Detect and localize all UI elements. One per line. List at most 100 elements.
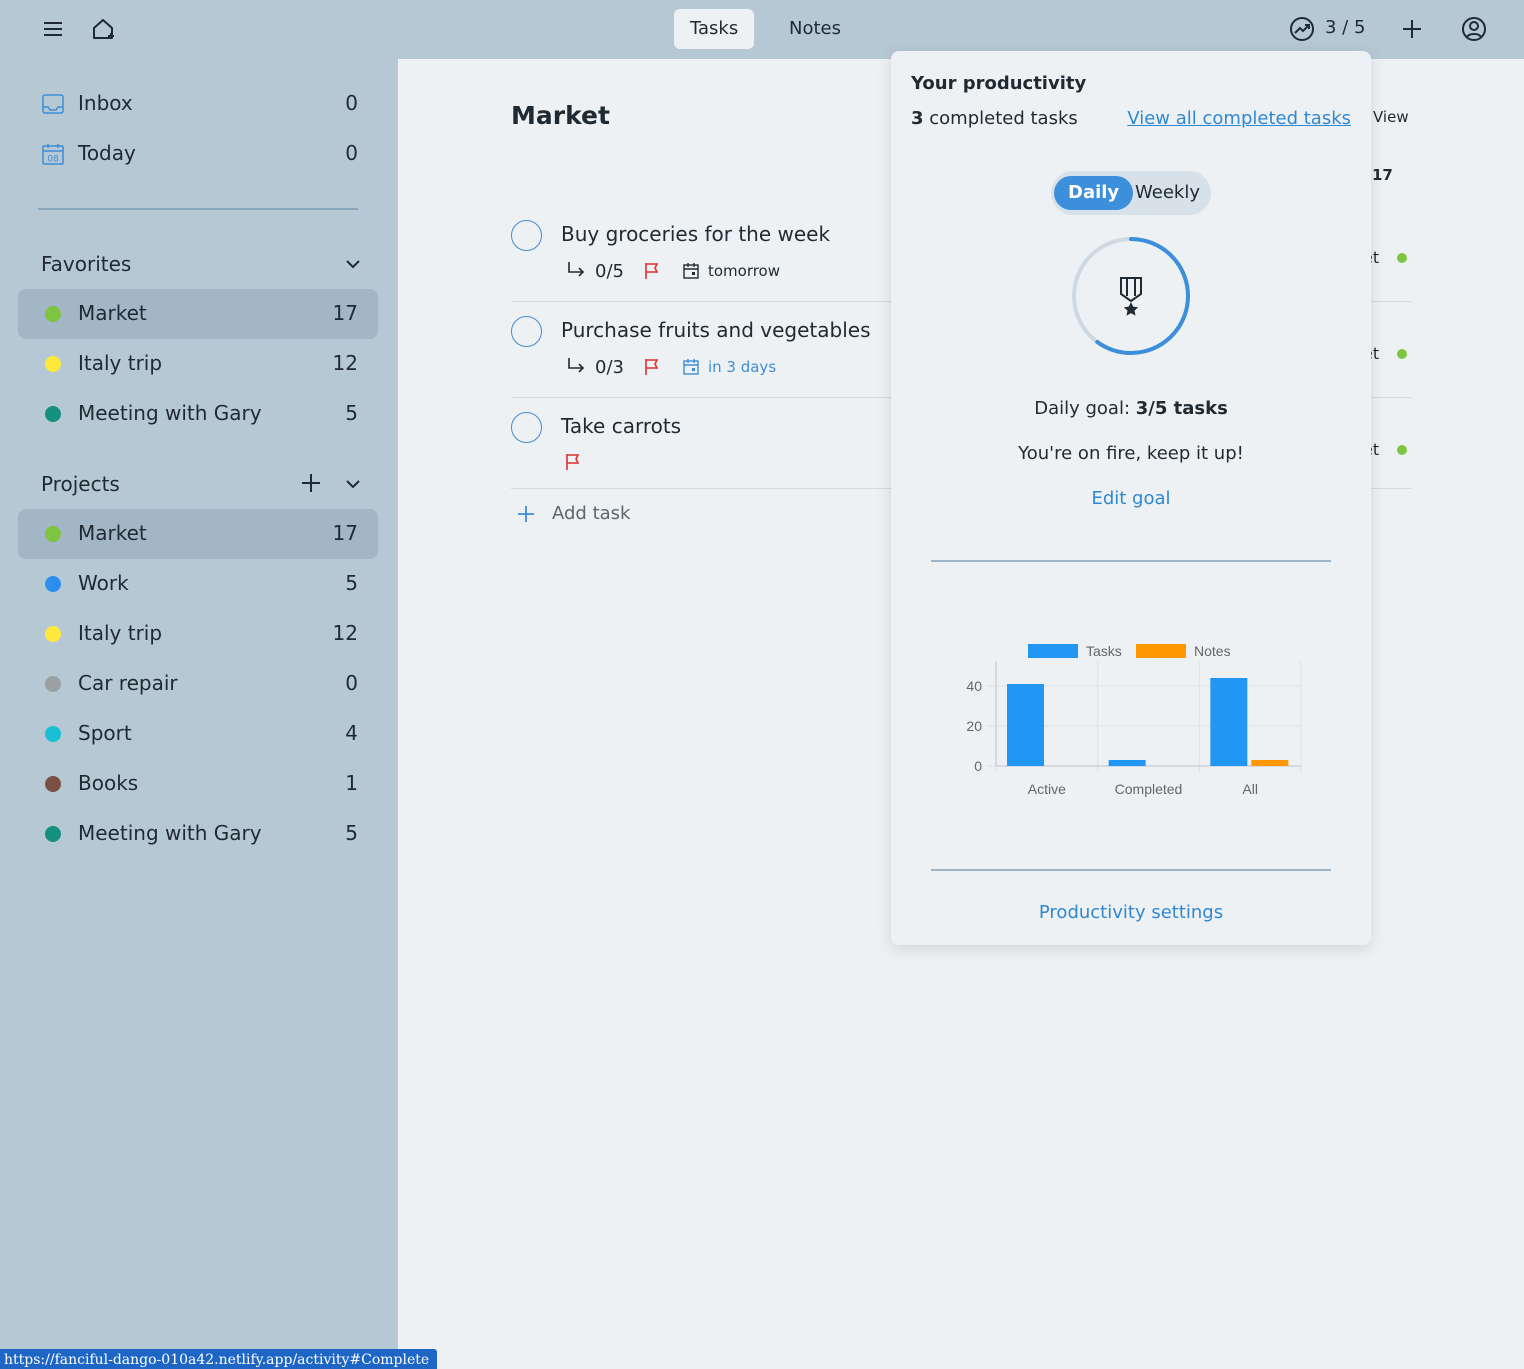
sidebar-item-work[interactable]: Work 5 — [18, 559, 378, 609]
legend-label: Notes — [1194, 643, 1231, 659]
task-checkbox[interactable] — [511, 220, 542, 251]
project-color-dot — [45, 776, 61, 792]
task-title: Buy groceries for the week — [561, 222, 831, 246]
task-meta: 0/5 tomorrow — [565, 260, 780, 282]
x-tick-label: Completed — [1115, 781, 1183, 797]
view-all-completed-link[interactable]: View all completed tasks — [1127, 108, 1351, 129]
add-task-button[interactable]: Add task — [516, 503, 630, 524]
flag-icon[interactable] — [642, 261, 662, 281]
task-checkbox[interactable] — [511, 412, 542, 443]
bar-notes — [1251, 760, 1289, 766]
flag-icon[interactable] — [642, 357, 662, 377]
sidebar-item-market[interactable]: Market 17 — [18, 509, 378, 559]
productivity-popover: Your productivity 3 completed tasks View… — [891, 51, 1371, 945]
chevron-down-icon[interactable] — [341, 252, 365, 276]
task-meta: 0/3 in 3 days — [565, 356, 776, 378]
bar-tasks — [1007, 684, 1044, 766]
menu-icon[interactable] — [36, 12, 70, 46]
sidebar-item-car-repair[interactable]: Car repair 0 — [18, 659, 378, 709]
productivity-chart: Tasks Notes 0 20 40 Active Completed All — [966, 643, 1302, 797]
productivity-icon[interactable] — [1285, 12, 1319, 46]
sidebar: Inbox 0 08 Today 0 Favorites Market 17 Ita… — [0, 59, 398, 1369]
page-title: Market — [511, 101, 610, 130]
task-checkbox[interactable] — [511, 316, 542, 347]
task-title: Purchase fruits and vegetables — [561, 318, 871, 342]
goal-value: 3/5 tasks — [1135, 398, 1228, 419]
daily-goal-text: Daily goal: 3/5 tasks — [891, 398, 1371, 419]
y-tick-label: 0 — [974, 758, 982, 774]
sidebar-item-count: 12 — [332, 351, 358, 375]
flag-icon[interactable] — [563, 452, 583, 472]
sidebar-item-label: Sport — [78, 721, 132, 745]
productivity-settings-link[interactable]: Productivity settings — [891, 902, 1371, 923]
sidebar-item-count: 5 — [345, 571, 358, 595]
sidebar-item-label: Italy trip — [78, 351, 163, 375]
popover-divider — [931, 560, 1331, 562]
sidebar-item-count: 0 — [345, 671, 358, 695]
productivity-count[interactable]: 3 / 5 — [1325, 17, 1365, 38]
sidebar-item-label: Books — [78, 771, 139, 795]
all-count: 17 — [1372, 166, 1393, 184]
y-tick-label: 40 — [966, 678, 982, 694]
project-color-dot — [45, 626, 61, 642]
sidebar-item-italy-trip[interactable]: Italy trip 12 — [18, 339, 378, 389]
add-icon[interactable] — [1395, 12, 1429, 46]
bar-tasks — [1210, 678, 1248, 766]
sidebar-item-market[interactable]: Market 17 — [18, 289, 378, 339]
legend-swatch — [1028, 644, 1078, 658]
edit-goal-link[interactable]: Edit goal — [891, 488, 1371, 509]
project-color-dot — [45, 726, 61, 742]
project-color-dot — [1397, 445, 1407, 455]
completed-count-text: 3 completed tasks — [911, 108, 1078, 129]
sidebar-item-count: 1 — [345, 771, 358, 795]
medal-icon — [1120, 277, 1142, 316]
project-color-dot — [1397, 253, 1407, 263]
sidebar-item-label: Today — [78, 141, 136, 165]
project-color-dot — [1397, 349, 1407, 359]
sidebar-item-books[interactable]: Books 1 — [18, 759, 378, 809]
sidebar-item-count: 0 — [345, 91, 358, 115]
favorites-title: Favorites — [41, 252, 132, 276]
fire-message: You're on fire, keep it up! — [1018, 443, 1244, 464]
home-icon[interactable] — [86, 12, 120, 46]
sidebar-item-sport[interactable]: Sport 4 — [18, 709, 378, 759]
chevron-down-icon[interactable] — [341, 472, 365, 496]
sidebar-item-label: Market — [78, 521, 147, 545]
sidebar-item-count: 5 — [345, 821, 358, 845]
project-color-dot — [45, 356, 61, 372]
calendar-icon — [683, 359, 699, 375]
completed-num: 3 — [911, 108, 924, 129]
calendar-icon — [683, 263, 699, 279]
sidebar-item-count: 12 — [332, 621, 358, 645]
popover-title: Your productivity — [911, 73, 1087, 94]
sidebar-item-label: Meeting with Gary — [78, 401, 262, 425]
subtask-count: 0/5 — [595, 260, 624, 282]
sidebar-item-count: 17 — [332, 301, 358, 325]
sidebar-divider — [38, 208, 358, 210]
tab-notes[interactable]: Notes — [773, 9, 857, 49]
goal-prefix: Daily goal: — [1034, 398, 1131, 419]
task-meta — [563, 452, 583, 472]
subtask-count: 0/3 — [595, 356, 624, 378]
sidebar-item-today[interactable]: 08 Today 0 — [18, 129, 378, 179]
weekly-option[interactable]: Weekly — [1121, 176, 1214, 210]
sidebar-item-meeting-with-gary[interactable]: Meeting with Gary 5 — [18, 809, 378, 859]
sidebar-item-label: Market — [78, 301, 147, 325]
account-icon[interactable] — [1457, 12, 1491, 46]
projects-title: Projects — [41, 472, 120, 496]
sidebar-item-label: Meeting with Gary — [78, 821, 262, 845]
x-tick-label: All — [1242, 781, 1258, 797]
sidebar-item-label: Inbox — [78, 91, 133, 115]
sidebar-item-inbox[interactable]: Inbox 0 — [18, 79, 378, 129]
project-color-dot — [45, 306, 61, 322]
sidebar-item-meeting-with-gary[interactable]: Meeting with Gary 5 — [18, 389, 378, 439]
task-title: Take carrots — [561, 414, 682, 438]
sidebar-item-count: 0 — [345, 141, 358, 165]
tab-tasks[interactable]: Tasks — [674, 9, 755, 49]
project-color-dot — [45, 676, 61, 692]
add-project-icon[interactable] — [299, 471, 323, 495]
sidebar-item-italy-trip[interactable]: Italy trip 12 — [18, 609, 378, 659]
calendar-icon: 08 — [42, 144, 64, 165]
view-button[interactable]: View — [1373, 108, 1409, 126]
edit-goal-label: Edit goal — [1091, 488, 1171, 509]
